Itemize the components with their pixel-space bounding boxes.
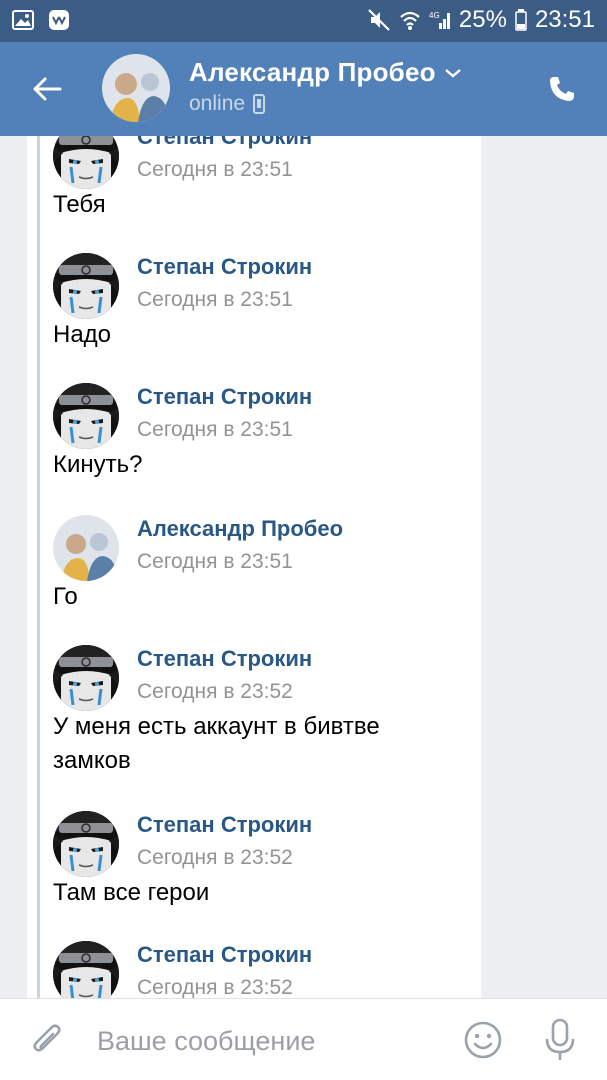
message-timestamp: Сегодня в 23:51 bbox=[137, 418, 293, 441]
paperclip-icon bbox=[33, 1024, 61, 1052]
sender-avatar[interactable] bbox=[53, 941, 119, 998]
battery-percent: 25% bbox=[458, 6, 507, 33]
gallery-notification-icon bbox=[12, 9, 34, 31]
message-text: У меня есть аккаунт в бивтве замков bbox=[53, 713, 380, 774]
contact-name[interactable]: Александр Пробео bbox=[189, 57, 436, 88]
contact-avatar[interactable] bbox=[102, 54, 170, 122]
chevron-down-icon[interactable] bbox=[444, 67, 462, 79]
message-text: Там все герои bbox=[53, 879, 210, 906]
sender-name[interactable]: Степан Строкин bbox=[137, 384, 312, 410]
sender-name[interactable]: Степан Строкин bbox=[137, 812, 312, 838]
battery-icon bbox=[515, 9, 527, 31]
microphone-icon bbox=[545, 1018, 575, 1060]
status-bar: 4G 25% 23:51 bbox=[0, 0, 607, 42]
voice-message-button[interactable] bbox=[540, 1017, 580, 1063]
message-timestamp: Сегодня в 23:51 bbox=[137, 288, 293, 311]
emoji-button[interactable] bbox=[463, 1020, 503, 1060]
chat-header: Александр Пробео online bbox=[0, 42, 607, 136]
svg-text:4G: 4G bbox=[429, 11, 440, 20]
message-text: Кинуть? bbox=[53, 451, 143, 478]
message-timestamp: Сегодня в 23:51 bbox=[137, 550, 293, 573]
vk-notification-icon bbox=[48, 9, 70, 31]
message-timestamp: Сегодня в 23:52 bbox=[137, 976, 293, 998]
clock: 23:51 bbox=[534, 6, 595, 33]
message-text: Го bbox=[53, 583, 78, 610]
back-button[interactable] bbox=[22, 64, 72, 114]
sender-avatar[interactable] bbox=[53, 253, 119, 319]
attach-button[interactable] bbox=[28, 1021, 68, 1061]
message-input[interactable] bbox=[97, 1023, 437, 1059]
phone-icon bbox=[550, 77, 574, 101]
sender-avatar[interactable] bbox=[53, 515, 119, 581]
sender-name[interactable]: Степан Строкин bbox=[137, 254, 312, 280]
mute-icon bbox=[367, 8, 391, 32]
mobile-icon bbox=[253, 94, 266, 114]
sender-avatar[interactable] bbox=[53, 811, 119, 877]
arrow-left-icon bbox=[33, 77, 62, 101]
message-timestamp: Сегодня в 23:52 bbox=[137, 846, 293, 869]
sender-name[interactable]: Степан Строкин bbox=[137, 942, 312, 968]
message-timestamp: Сегодня в 23:51 bbox=[137, 158, 293, 181]
message-text: Надо bbox=[53, 321, 112, 348]
sender-name[interactable]: Александр Пробео bbox=[137, 516, 343, 542]
sender-avatar[interactable] bbox=[53, 383, 119, 449]
sender-avatar[interactable] bbox=[53, 645, 119, 711]
call-button[interactable] bbox=[537, 64, 587, 114]
forwarded-indicator-bar bbox=[37, 136, 40, 998]
message-text: Тебя bbox=[53, 191, 106, 218]
contact-status: online bbox=[189, 92, 246, 115]
message-composer bbox=[0, 998, 607, 1080]
wifi-icon bbox=[399, 9, 421, 31]
sender-name[interactable]: Степан Строкин bbox=[137, 136, 312, 150]
message-area[interactable]: Степан Строкин Сегодня в 23:51 Тебя Степан … bbox=[0, 136, 607, 998]
sender-name[interactable]: Степан Строкин bbox=[137, 646, 312, 672]
smiley-icon bbox=[464, 1021, 502, 1059]
signal-icon: 4G bbox=[429, 9, 451, 31]
message-timestamp: Сегодня в 23:52 bbox=[137, 680, 293, 703]
